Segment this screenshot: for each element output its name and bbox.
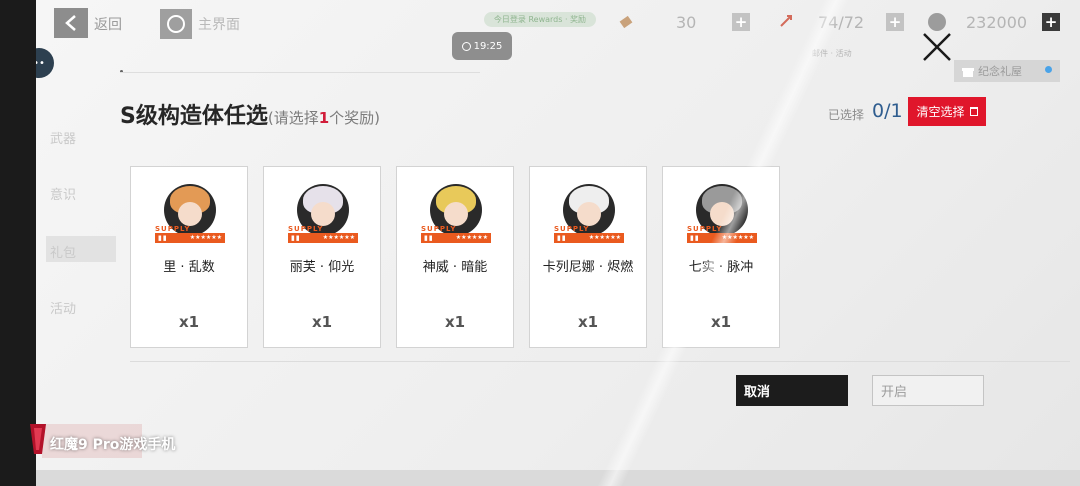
character-name: 卡列尼娜 · 烬燃	[542, 260, 634, 275]
side-menu-item[interactable]: 意识	[50, 184, 76, 203]
clock-text: 19:25	[473, 40, 503, 52]
clock-pill: 19:25	[452, 32, 512, 60]
side-menu-item[interactable]: 武器	[50, 128, 76, 147]
back-label[interactable]: 返回	[94, 14, 122, 34]
top-divider	[120, 72, 480, 73]
gift-label: 纪念礼屋	[978, 65, 1022, 78]
bottom-strip	[36, 470, 1080, 486]
resource-value: 30	[676, 13, 697, 32]
reward-card[interactable]: SUPPLY ▮▮ ★★★★★★ 里 · 乱数 x1	[130, 166, 248, 348]
coin-icon	[928, 13, 946, 31]
stamina-icon	[780, 15, 792, 27]
supply-tag: ▮▮ ★★★★★★	[421, 233, 491, 243]
coin-value: 232000	[966, 13, 1028, 32]
supply-tag-label: SUPPLY	[288, 225, 324, 233]
selection-hint: (请选择1个奖励)	[268, 109, 380, 127]
trash-icon	[969, 107, 978, 116]
notification-dot	[1045, 66, 1052, 73]
open-label: 开启	[881, 385, 908, 400]
close-icon[interactable]	[920, 30, 954, 64]
sub-note: 邮件 · 活动	[812, 49, 852, 58]
home-icon	[167, 15, 185, 33]
reward-card[interactable]: SUPPLY ▮▮ ★★★★★★ 神威 · 暗能 x1	[396, 166, 514, 348]
hint-number: 1	[318, 109, 330, 127]
reward-quantity: x1	[577, 313, 599, 331]
home-button[interactable]	[160, 9, 192, 39]
login-reward-pill[interactable]: 今日登录 Rewards · 奖励	[484, 12, 596, 27]
supply-tag-label: SUPPLY	[687, 225, 723, 233]
coin-add-button[interactable]: +	[1042, 13, 1060, 31]
reward-quantity: x1	[311, 313, 333, 331]
footer-divider	[130, 361, 1070, 362]
home-label[interactable]: 主界面	[198, 14, 240, 34]
side-menu-item[interactable]: 活动	[50, 298, 76, 317]
cancel-label: 取消	[744, 385, 771, 400]
avatar-face	[577, 202, 601, 226]
back-button[interactable]	[54, 8, 88, 38]
selected-count: 0/1	[872, 100, 903, 122]
avatar-face	[311, 202, 335, 226]
character-name: 七实 · 脉冲	[688, 260, 754, 275]
reward-quantity: x1	[178, 313, 200, 331]
hint-suffix: 个奖励)	[329, 109, 381, 127]
brand-logo-icon	[30, 424, 46, 454]
avatar-face	[710, 202, 734, 226]
modal-title: S级构造体任选(请选择1个奖励)	[120, 98, 380, 130]
supply-tag: ▮▮ ★★★★★★	[155, 233, 225, 243]
reward-quantity: x1	[710, 313, 732, 331]
avatar-face	[178, 202, 202, 226]
reward-card[interactable]: SUPPLY ▮▮ ★★★★★★ 卡列尼娜 · 烬燃 x1	[529, 166, 647, 348]
stamina-value: 74/72	[818, 13, 865, 32]
supply-tag: ▮▮ ★★★★★★	[554, 233, 624, 243]
chevron-left-icon	[65, 15, 76, 31]
open-button[interactable]: 开启	[872, 375, 984, 406]
reward-quantity: x1	[444, 313, 466, 331]
clear-selection-button[interactable]: 清空选择	[908, 97, 986, 126]
supply-tag: ▮▮ ★★★★★★	[687, 233, 757, 243]
stamina-add-button[interactable]: +	[886, 13, 904, 31]
cancel-button[interactable]: 取消	[736, 375, 848, 406]
reward-card[interactable]: SUPPLY ▮▮ ★★★★★★ 丽芙 · 仰光 x1	[263, 166, 381, 348]
title-text: S级构造体任选	[120, 104, 268, 129]
reward-card[interactable]: SUPPLY ▮▮ ★★★★★★ 七实 · 脉冲 x1	[662, 166, 780, 348]
clock-icon	[461, 41, 471, 51]
character-name: 丽芙 · 仰光	[289, 260, 355, 275]
resource-add-button[interactable]: +	[732, 13, 750, 31]
side-menu-item[interactable]: 礼包	[50, 242, 76, 261]
supply-tag-label: SUPPLY	[155, 225, 191, 233]
selected-label: 已选择	[828, 108, 865, 122]
character-name: 里 · 乱数	[163, 260, 215, 275]
supply-tag: ▮▮ ★★★★★★	[288, 233, 358, 243]
supply-tag-label: SUPPLY	[554, 225, 590, 233]
gift-shop-button[interactable]: 纪念礼屋	[954, 60, 1060, 82]
supply-tag-label: SUPPLY	[421, 225, 457, 233]
device-watermark: 红魔9 Pro游戏手机	[50, 437, 176, 453]
character-name: 神威 · 暗能	[422, 260, 488, 275]
gift-icon	[962, 67, 974, 77]
avatar-face	[444, 202, 468, 226]
clear-label: 清空选择	[916, 105, 965, 119]
assistant-bubble-icon[interactable]: ••	[36, 48, 54, 78]
resource-icon	[619, 15, 633, 29]
hint-prefix: (请选择	[267, 109, 319, 127]
game-screen: 返回 主界面 今日登录 Rewards · 奖励 30 + 74/72 + 23…	[36, 0, 1080, 486]
